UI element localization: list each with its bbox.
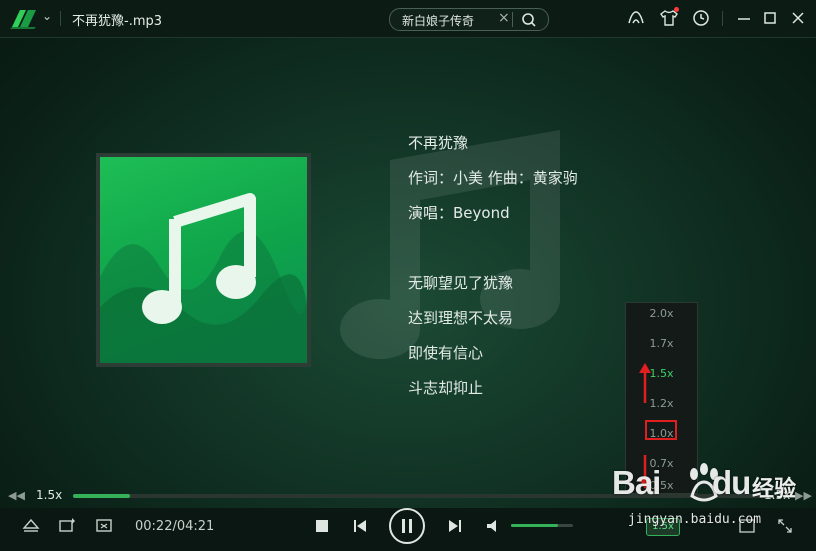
music-note-icon xyxy=(100,193,307,363)
clear-search-icon[interactable]: × xyxy=(498,10,510,26)
watermark-brand-suffix: du xyxy=(712,464,751,501)
lyric-line: 斗志却抑止 xyxy=(408,379,484,397)
lyric-line: 即使有信心 xyxy=(408,344,484,362)
speed-option-1-7x[interactable]: 1.7x xyxy=(626,337,697,350)
speed-option-2-0x[interactable]: 2.0x xyxy=(626,307,697,320)
search-divider xyxy=(512,12,513,27)
watermark-url: jingyan.baidu.com xyxy=(628,512,762,527)
album-cover xyxy=(96,153,311,367)
up-arrow-icon xyxy=(639,363,651,403)
lyric-line: 作词：小美 作曲：黄家驹 xyxy=(408,169,578,187)
tshirt-icon[interactable] xyxy=(659,7,679,28)
progress-fill xyxy=(73,494,131,498)
skin-icon[interactable] xyxy=(626,8,646,28)
lyric-line: 不再犹豫 xyxy=(408,134,469,152)
lyric-line: 无聊望见了犹豫 xyxy=(408,274,514,292)
notification-dot xyxy=(674,7,679,12)
stop-icon[interactable] xyxy=(314,518,330,534)
watermark-cn: 经验 xyxy=(752,477,797,502)
minimize-icon[interactable] xyxy=(734,8,754,28)
loop-mode-icon[interactable] xyxy=(58,517,76,535)
speed-option-1-2x[interactable]: 1.2x xyxy=(626,397,697,410)
close-icon[interactable] xyxy=(788,8,808,28)
search-box[interactable]: 新白娘子传奇 × xyxy=(389,8,549,31)
baidu-jingyan-watermark: Bai du 经验 jingyan.baidu.com xyxy=(612,458,812,538)
title-bar: ⌄ 不再犹豫-.mp3 新白娘子传奇 × xyxy=(0,0,816,38)
app-logo-icon[interactable] xyxy=(10,7,38,29)
volume-slider[interactable] xyxy=(511,524,573,527)
window-controls-divider xyxy=(722,11,723,26)
lyric-line: 演唱：Beyond xyxy=(408,204,510,222)
clock-icon[interactable] xyxy=(691,8,711,28)
eject-icon[interactable] xyxy=(22,518,40,534)
volume-fill xyxy=(511,524,558,527)
pause-button[interactable] xyxy=(389,508,425,544)
speed-label-left[interactable]: 1.5x xyxy=(36,488,62,502)
watermark-brand: Bai xyxy=(612,464,661,501)
search-input[interactable]: 新白娘子传奇 xyxy=(402,12,474,29)
title-divider xyxy=(60,11,61,26)
pause-icon xyxy=(402,519,412,533)
lyric-line: 达到理想不太易 xyxy=(408,309,514,327)
highlight-box xyxy=(645,420,677,440)
maximize-icon[interactable] xyxy=(760,8,780,28)
speed-option-1-5x[interactable]: 1.5x xyxy=(626,367,697,380)
time-display: 00:22/04:21 xyxy=(135,519,215,534)
desktop-lyrics-icon[interactable] xyxy=(95,517,113,535)
menu-chevron-down-icon[interactable]: ⌄ xyxy=(42,9,52,23)
previous-icon[interactable] xyxy=(352,518,368,534)
next-icon[interactable] xyxy=(447,518,463,534)
rewind-icon[interactable]: ◀◀ xyxy=(8,489,25,502)
file-title: 不再犹豫-.mp3 xyxy=(72,14,163,29)
search-icon[interactable] xyxy=(518,11,540,28)
volume-icon[interactable] xyxy=(485,518,501,534)
background-note-icon xyxy=(340,130,560,360)
